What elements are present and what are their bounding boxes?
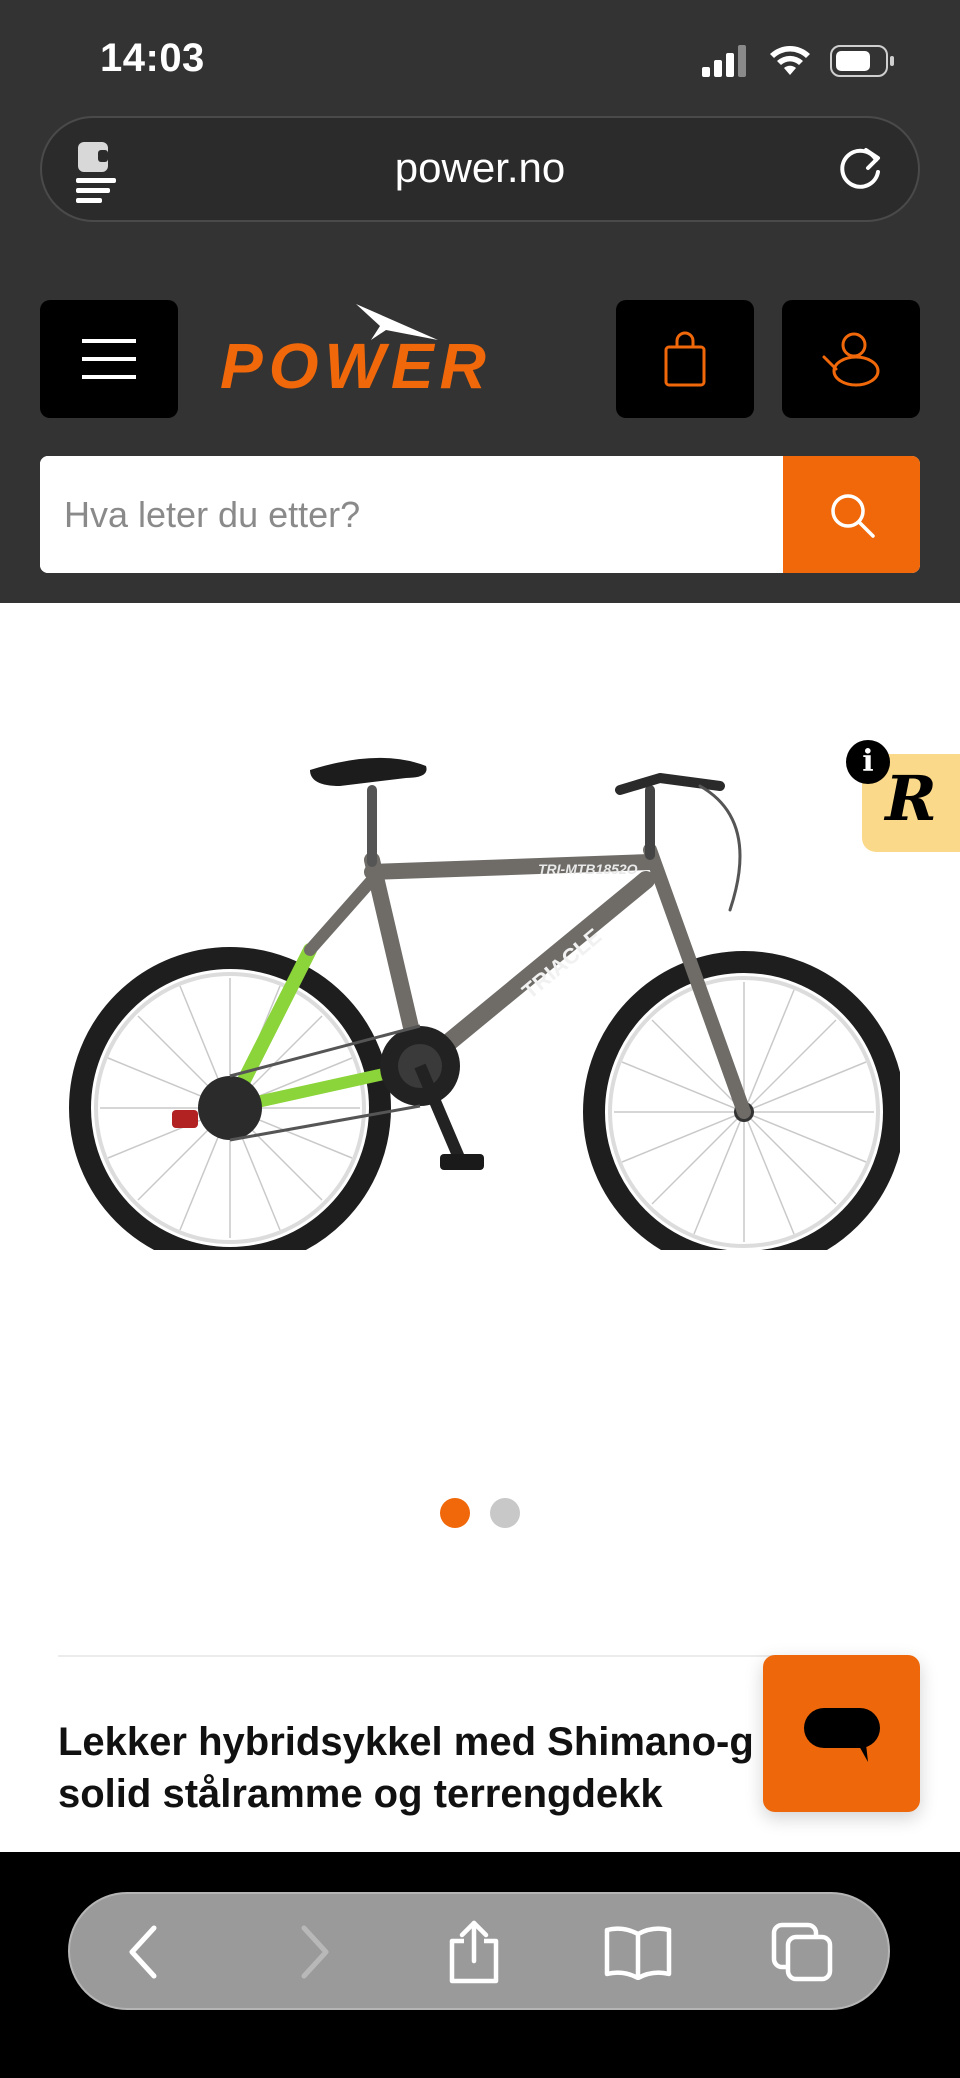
carousel-dots: [440, 1498, 520, 1528]
product-image[interactable]: TRI-MTB1852O TRIACLE: [60, 730, 905, 1273]
hamburger-icon: [82, 339, 136, 379]
product-title: Lekker hybridsykkel med Shimano-g solid …: [58, 1716, 798, 1820]
tabs-button[interactable]: [764, 1914, 840, 1990]
status-time: 14:03: [100, 36, 205, 80]
share-button[interactable]: [436, 1914, 512, 1990]
back-button[interactable]: [106, 1914, 182, 1990]
power-logo[interactable]: POWER: [216, 300, 586, 402]
carousel-dot-2[interactable]: [490, 1498, 520, 1528]
address-bar[interactable]: power.no: [40, 116, 920, 222]
chat-icon: [803, 1707, 880, 1762]
signal-icon: [702, 45, 746, 77]
tabs-icon: [771, 1922, 833, 1982]
info-icon[interactable]: i: [846, 740, 890, 784]
search-box: [40, 456, 920, 573]
search-icon: [830, 493, 875, 538]
back-icon: [129, 1925, 157, 1979]
share-icon: [449, 1920, 499, 1984]
forward-button[interactable]: [276, 1914, 352, 1990]
chat-button[interactable]: [763, 1655, 920, 1812]
menu-button[interactable]: [40, 300, 178, 418]
user-icon: [822, 332, 880, 387]
reload-icon[interactable]: [832, 142, 888, 198]
bookmarks-button[interactable]: [600, 1914, 676, 1990]
search-button[interactable]: [783, 456, 920, 573]
product-title-line-2: solid stålramme og terrengdekk: [58, 1772, 663, 1816]
account-button[interactable]: [782, 300, 920, 418]
shopping-bag-icon: [664, 331, 706, 387]
search-input[interactable]: [40, 456, 783, 573]
bicycle-image: TRI-MTB1852O TRIACLE: [69, 757, 905, 1273]
logo-arrow-icon: POWER: [220, 304, 492, 402]
product-title-line-1: Lekker hybridsykkel med Shimano-g: [58, 1720, 754, 1764]
wifi-icon: [770, 46, 810, 75]
logo-text: POWER: [220, 330, 492, 400]
battery-icon: [830, 45, 894, 77]
model-decal: TRI-MTB1852O: [538, 861, 638, 877]
forward-icon: [301, 1925, 329, 1979]
bookmarks-icon: [604, 1926, 672, 1980]
status-icons: [700, 44, 896, 78]
url-text[interactable]: power.no: [42, 144, 918, 192]
carousel-dot-1[interactable]: [440, 1498, 470, 1528]
cart-button[interactable]: [616, 300, 754, 418]
